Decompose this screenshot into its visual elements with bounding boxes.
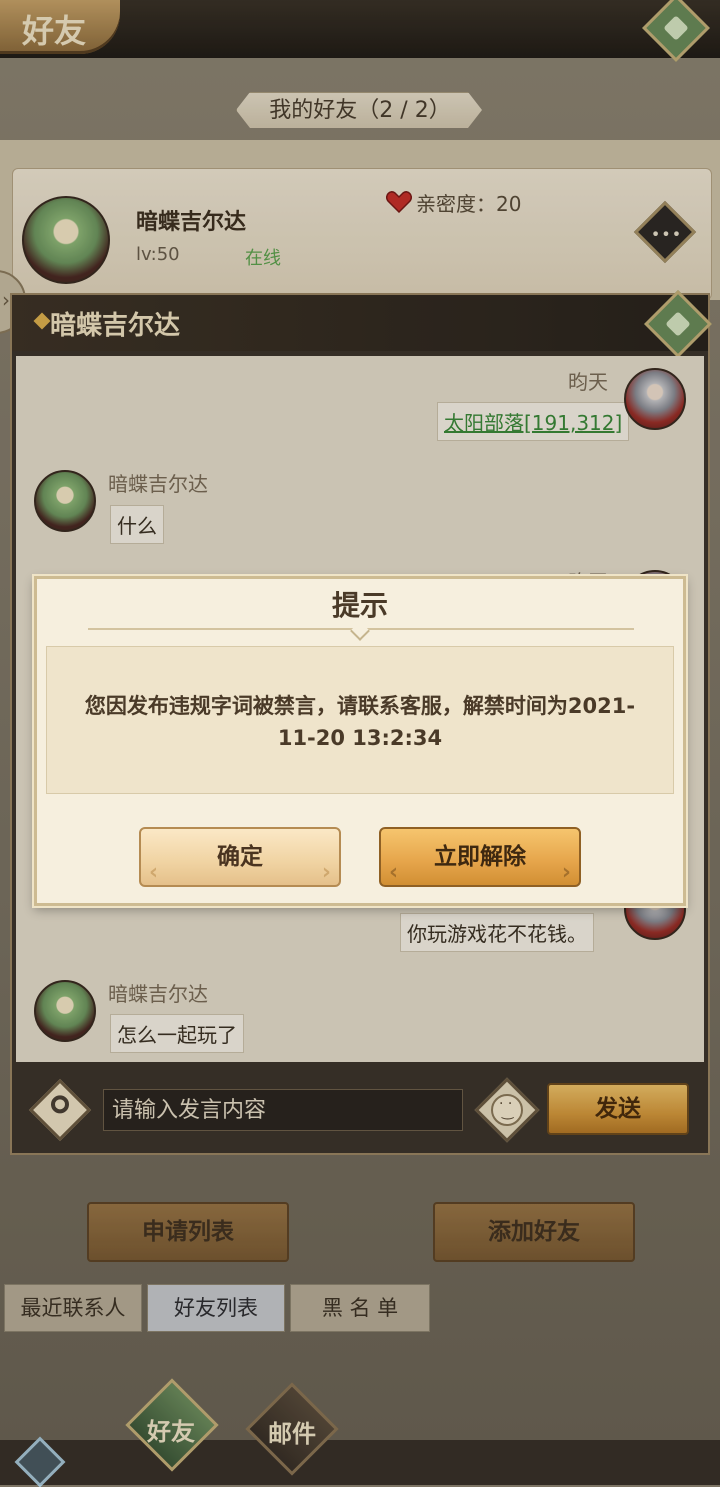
unban-label: 立即解除 [434, 844, 526, 870]
chevron-left-icon: ‹ [389, 860, 399, 885]
confirm-button[interactable]: ‹ 确定 › [139, 827, 341, 887]
chevron-right-icon: › [561, 860, 571, 885]
dialog-message-line1: 您因发布违规字词被禁言，请联系客服，解禁时间为2021- [84, 694, 636, 718]
dialog-message: 您因发布违规字词被禁言，请联系客服，解禁时间为2021- 11-20 13:2:… [50, 690, 670, 754]
dialog-title: 提示 [331, 589, 388, 622]
dialog-message-line2: 11-20 13:2:34 [277, 726, 443, 750]
chevron-left-icon: ‹ [149, 860, 159, 885]
confirm-label: 确定 [217, 844, 263, 870]
chevron-right-icon: › [321, 860, 331, 885]
unban-now-button[interactable]: ‹ 立即解除 › [379, 827, 581, 887]
